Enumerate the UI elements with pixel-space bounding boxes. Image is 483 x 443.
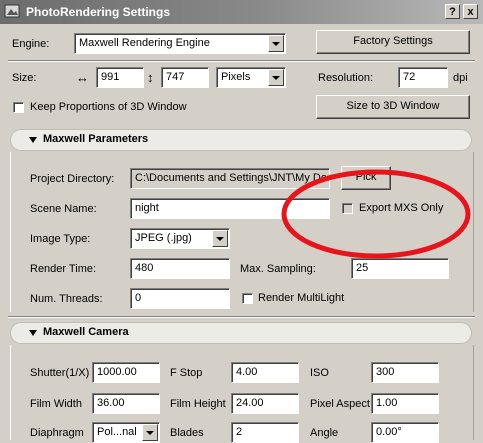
num-threads-input[interactable]: 0 (130, 288, 230, 309)
size-label: Size: (12, 72, 37, 84)
engine-select[interactable]: Maxwell Rendering Engine (74, 33, 286, 54)
pixel-aspect-label: Pixel Aspect (310, 398, 370, 410)
width-icon: ↔ (76, 70, 89, 85)
resolution-label: Resolution: (318, 72, 374, 84)
maxwell-camera-header[interactable]: Maxwell Camera (10, 322, 472, 344)
blades-label: Blades (170, 427, 204, 439)
collapse-triangle-icon[interactable] (29, 137, 37, 143)
size-to-3d-window-button[interactable]: Size to 3D Window (316, 95, 470, 119)
app-icon (4, 4, 20, 18)
unit-value: Pixels (221, 71, 251, 83)
close-button[interactable]: x (463, 4, 478, 19)
divider (8, 316, 475, 318)
pixel-aspect-input[interactable]: 1.00 (371, 393, 439, 414)
engine-value: Maxwell Rendering Engine (79, 37, 210, 49)
image-type-value: JPEG (.jpg) (135, 232, 192, 244)
num-threads-label: Num. Threads: (30, 293, 103, 305)
resolution-input[interactable]: 72 (398, 67, 448, 88)
scene-name-label: Scene Name: (30, 203, 97, 215)
film-height-input[interactable]: 24.00 (231, 393, 299, 414)
maxwell-parameters-header[interactable]: Maxwell Parameters (10, 129, 472, 151)
window-title: PhotoRendering Settings (26, 5, 170, 19)
resolution-unit: dpi (453, 72, 468, 84)
chevron-down-icon[interactable] (268, 35, 284, 52)
divider (8, 60, 475, 62)
render-time-label: Render Time: (30, 263, 97, 275)
chevron-down-icon[interactable] (212, 230, 228, 247)
width-input[interactable]: 991 (96, 67, 144, 88)
image-type-select[interactable]: JPEG (.jpg) (130, 228, 230, 249)
engine-label: Engine: (12, 38, 50, 50)
keep-proportions-checkbox[interactable] (13, 102, 24, 113)
annotation-ellipse (281, 169, 471, 259)
render-multilight-checkbox[interactable] (242, 293, 253, 304)
chevron-down-icon[interactable] (142, 424, 158, 441)
shutter-input[interactable]: 1000.00 (92, 362, 160, 383)
unit-select[interactable]: Pixels (216, 67, 286, 88)
film-width-input[interactable]: 36.00 (92, 393, 160, 414)
collapse-triangle-icon[interactable] (29, 330, 37, 336)
diaphragm-label: Diaphragm (30, 427, 84, 439)
render-time-input[interactable]: 480 (130, 258, 230, 279)
height-icon: ↕ (147, 70, 154, 85)
image-type-label: Image Type: (30, 233, 91, 245)
film-width-label: Film Width (30, 398, 82, 410)
chevron-down-icon[interactable] (268, 69, 284, 86)
angle-label: Angle (310, 427, 339, 439)
f-stop-label: F Stop (170, 367, 203, 379)
factory-settings-button[interactable]: Factory Settings (316, 30, 470, 54)
iso-label: ISO (310, 367, 329, 379)
iso-input[interactable]: 300 (371, 362, 439, 383)
film-height-label: Film Height (170, 398, 226, 410)
maxwell-camera-title: Maxwell Camera (43, 326, 129, 338)
keep-proportions-label: Keep Proportions of 3D Window (30, 101, 187, 113)
shutter-label: Shutter(1/X) (30, 367, 90, 379)
height-input[interactable]: 747 (161, 67, 209, 88)
help-button[interactable]: ? (445, 4, 460, 19)
render-multilight-label: Render MultiLight (258, 292, 345, 304)
maxwell-parameters-title: Maxwell Parameters (43, 133, 149, 145)
title-bar[interactable]: PhotoRendering Settings ? x (0, 0, 483, 24)
f-stop-input[interactable]: 4.00 (231, 362, 299, 383)
project-directory-label: Project Directory: (30, 173, 115, 185)
diaphragm-value: Pol...nal (97, 426, 137, 438)
